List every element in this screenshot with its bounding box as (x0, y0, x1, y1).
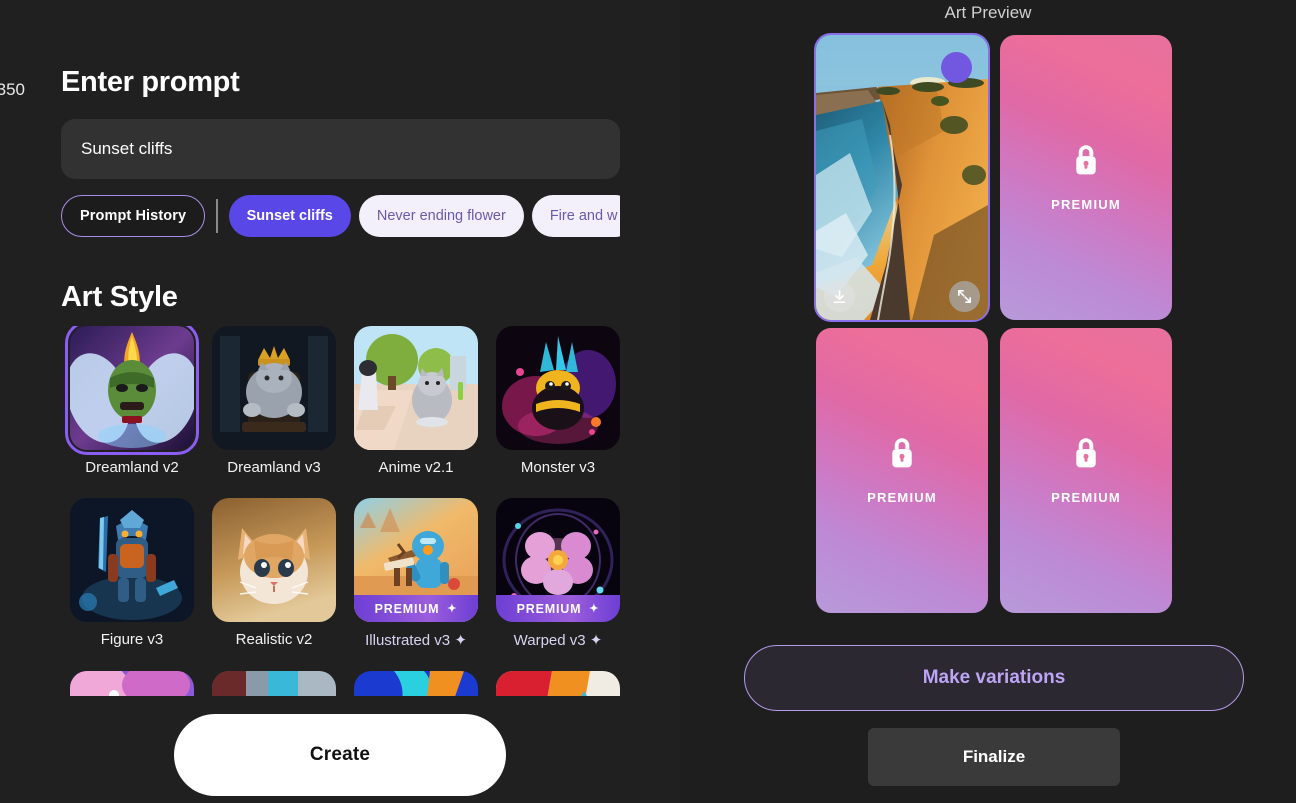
art-style-thumbnail[interactable] (212, 671, 336, 696)
preview-card-premium-3[interactable]: PREMIUM (1000, 328, 1172, 613)
art-style-item-dreamland-v3[interactable]: Dreamland v3 (203, 326, 345, 476)
art-style-item-dreamland-v2[interactable]: Dreamland v2 (61, 326, 203, 476)
expand-icon[interactable] (949, 281, 980, 312)
premium-badge-label: PREMIUM (516, 601, 582, 616)
art-style-row-partial (61, 671, 627, 696)
art-style-label: Warped v3 ✦ (513, 632, 603, 649)
art-style-label: Dreamland v2 (85, 459, 179, 476)
partial-art-icon-4 (496, 671, 620, 696)
finalize-button[interactable]: Finalize (868, 728, 1120, 786)
art-style-row: Figure v3 Realistic v2 PREMIUM ✦ Illustr… (61, 498, 627, 649)
download-icon[interactable] (824, 281, 855, 312)
art-style-label: Anime v2.1 (378, 459, 454, 476)
art-style-row: Dreamland v2 Dreamland v3 Anime v2.1 Mon… (61, 326, 627, 476)
art-style-thumbnail[interactable]: PREMIUM ✦ (496, 498, 620, 622)
figure-v3-art-icon (70, 498, 194, 622)
image-generator-app: Enter prompt 13/350 Prompt History Sunse… (0, 0, 1296, 803)
art-style-thumbnail[interactable] (70, 671, 194, 696)
prompt-chip-fire-and-w[interactable]: Fire and w (531, 195, 620, 237)
prompt-chip-never-ending-flower[interactable]: Never ending flower (358, 195, 524, 237)
prompt-chip-sunset-cliffs[interactable]: Sunset cliffs (228, 195, 351, 237)
right-panel: Art Preview PREMIUM PREMIUM PREMIUM Make… (680, 0, 1296, 803)
premium-label: PREMIUM (1051, 489, 1121, 505)
art-style-item-realistic-v2[interactable]: Realistic v2 (203, 498, 345, 649)
art-style-thumbnail[interactable] (354, 326, 478, 450)
art-style-thumbnail[interactable] (354, 671, 478, 696)
page-title-enter-prompt: Enter prompt (61, 66, 240, 98)
art-style-thumbnail[interactable] (70, 498, 194, 622)
art-style-thumbnail[interactable] (496, 671, 620, 696)
art-style-thumbnail[interactable] (65, 326, 199, 455)
premium-badge: PREMIUM ✦ (496, 595, 620, 622)
art-style-thumbnail[interactable] (212, 498, 336, 622)
art-style-item-partial-3[interactable] (345, 671, 487, 696)
lock-icon (1071, 144, 1101, 183)
chip-divider (216, 199, 218, 233)
preview-card-image[interactable] (814, 33, 990, 322)
lock-icon (887, 437, 917, 476)
partial-art-icon-1 (70, 671, 194, 696)
art-style-thumbnail[interactable] (496, 326, 620, 450)
art-style-item-figure-v3[interactable]: Figure v3 (61, 498, 203, 649)
dreamland-v2-art-icon (70, 326, 194, 450)
art-style-item-monster-v3[interactable]: Monster v3 (487, 326, 627, 476)
sparkle-icon: ✦ (589, 603, 600, 615)
premium-label: PREMIUM (1051, 196, 1121, 212)
art-style-label: Monster v3 (520, 459, 596, 476)
premium-badge-label: PREMIUM (374, 601, 440, 616)
section-title-art-style: Art Style (61, 281, 178, 313)
art-style-item-anime-v21[interactable]: Anime v2.1 (345, 326, 487, 476)
generated-image (816, 35, 988, 320)
create-button[interactable]: Create (174, 714, 506, 796)
art-style-label: Realistic v2 (235, 631, 313, 648)
art-style-item-warped-v3[interactable]: PREMIUM ✦ Warped v3 ✦ (487, 498, 627, 649)
art-style-label: Illustrated v3 ✦ (365, 632, 467, 649)
partial-art-icon-2 (212, 671, 336, 696)
left-panel: Enter prompt 13/350 Prompt History Sunse… (0, 0, 680, 803)
preview-card-premium-2[interactable]: PREMIUM (816, 328, 988, 613)
art-style-thumbnail[interactable] (212, 326, 336, 450)
premium-label: PREMIUM (867, 489, 937, 505)
art-preview-title: Art Preview (944, 3, 1032, 22)
monster-v3-art-icon (496, 326, 620, 450)
sparkle-icon: ✦ (447, 603, 458, 615)
premium-locked-overlay: PREMIUM (1000, 328, 1172, 613)
art-style-label: Dreamland v3 (227, 459, 321, 476)
premium-locked-overlay: PREMIUM (816, 328, 988, 613)
prompt-history-button[interactable]: Prompt History (61, 195, 206, 237)
art-style-thumbnail[interactable]: PREMIUM ✦ (354, 498, 478, 622)
premium-badge: PREMIUM ✦ (354, 595, 478, 622)
prompt-history-row: Prompt History Sunset cliffs Never endin… (61, 192, 620, 240)
make-variations-button[interactable]: Make variations (744, 645, 1244, 711)
anime-v21-art-icon (354, 326, 478, 450)
partial-art-icon-3 (354, 671, 478, 696)
premium-locked-overlay: PREMIUM (1000, 35, 1172, 320)
art-style-label: Figure v3 (100, 631, 164, 648)
art-style-item-partial-4[interactable] (487, 671, 627, 696)
art-preview-grid: PREMIUM PREMIUM PREMIUM (814, 33, 1172, 613)
art-style-item-partial-1[interactable] (61, 671, 203, 696)
prompt-input[interactable] (61, 119, 620, 179)
realistic-v2-art-icon (212, 498, 336, 622)
art-style-item-illustrated-v3[interactable]: PREMIUM ✦ Illustrated v3 ✦ (345, 498, 487, 649)
art-style-item-partial-2[interactable] (203, 671, 345, 696)
lock-icon (1071, 437, 1101, 476)
art-style-grid: Dreamland v2 Dreamland v3 Anime v2.1 Mon… (61, 326, 627, 696)
character-counter: 13/350 (0, 80, 25, 99)
sun-indicator-icon (941, 52, 972, 83)
dreamland-v3-art-icon (212, 326, 336, 450)
preview-card-premium-1[interactable]: PREMIUM (1000, 35, 1172, 320)
